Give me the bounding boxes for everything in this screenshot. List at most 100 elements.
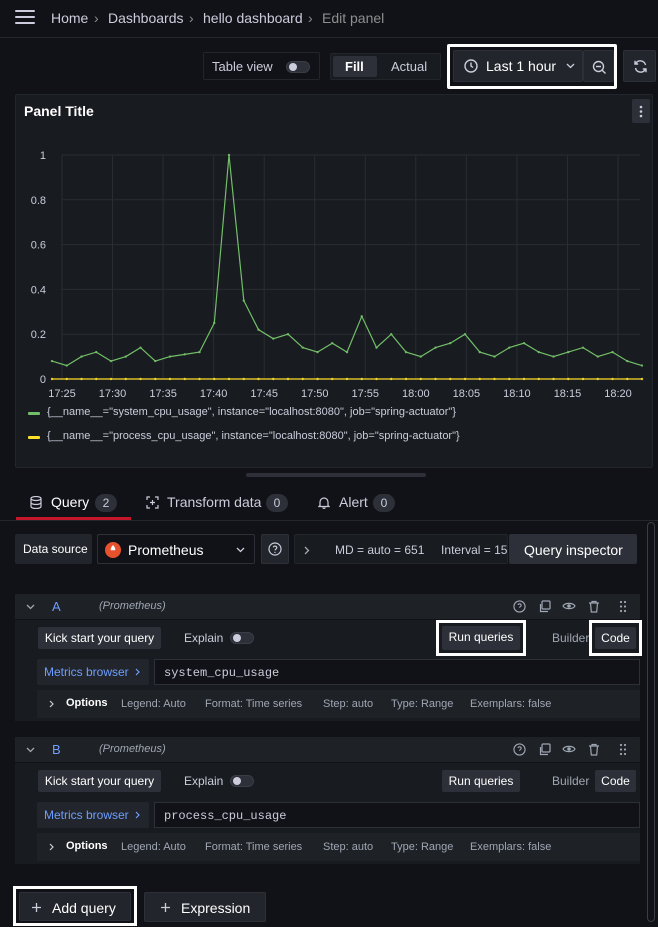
option-exemplars: Exemplars: false bbox=[470, 698, 552, 710]
kick-start-button[interactable]: Kick start your query bbox=[38, 627, 161, 649]
collapse-icon[interactable] bbox=[26, 747, 35, 753]
code-mode-option[interactable]: Code bbox=[595, 770, 636, 792]
duplicate-icon[interactable] bbox=[538, 743, 551, 756]
data-point bbox=[626, 359, 629, 363]
breadcrumb-separator: › bbox=[189, 10, 194, 26]
y-tick-label: 0.4 bbox=[31, 284, 46, 296]
table-view-switch[interactable] bbox=[286, 61, 310, 73]
datasource-label-box: Data source bbox=[15, 534, 92, 564]
data-point bbox=[508, 377, 511, 381]
data-point bbox=[50, 359, 54, 363]
data-point bbox=[154, 359, 157, 363]
panel-menu-button[interactable] bbox=[632, 99, 650, 123]
trash-icon[interactable] bbox=[588, 743, 600, 756]
help-icon[interactable] bbox=[513, 600, 526, 613]
kick-start-button[interactable]: Kick start your query bbox=[38, 770, 161, 792]
datasource-picker[interactable]: Prometheus bbox=[97, 534, 255, 564]
data-point bbox=[567, 350, 570, 354]
data-point bbox=[95, 350, 98, 354]
breadcrumb-separator: › bbox=[308, 10, 313, 26]
breadcrumb-dashboard[interactable]: hello dashboard bbox=[203, 10, 303, 26]
time-range-picker[interactable]: Last 1 hour bbox=[453, 50, 583, 82]
metrics-browser-button[interactable]: Metrics browser bbox=[37, 659, 149, 685]
chevron-right-icon bbox=[49, 843, 54, 851]
data-point bbox=[168, 355, 172, 358]
explain-toggle[interactable] bbox=[230, 632, 254, 644]
x-tick-label: 18:20 bbox=[604, 388, 632, 400]
query-expression-input[interactable]: process_cpu_usage bbox=[154, 802, 640, 828]
time-range-label: Last 1 hour bbox=[486, 58, 557, 74]
fill-option[interactable]: Fill bbox=[345, 59, 364, 74]
x-tick-label: 18:05 bbox=[453, 388, 481, 400]
trash-icon[interactable] bbox=[588, 600, 600, 613]
table-view-toggle[interactable]: Table view bbox=[203, 52, 320, 80]
resize-handle[interactable] bbox=[246, 473, 426, 477]
data-point bbox=[626, 377, 629, 381]
query-options-row[interactable]: Options Legend: Auto Format: Time series… bbox=[37, 833, 640, 861]
zoom-out-button[interactable] bbox=[583, 50, 614, 82]
duplicate-icon[interactable] bbox=[538, 600, 551, 613]
top-bar: Home › Dashboards › hello dashboard › Ed… bbox=[0, 0, 658, 38]
query-options-row[interactable]: Options Legend: Auto Format: Time series… bbox=[37, 690, 640, 718]
data-point bbox=[272, 337, 275, 340]
chevron-right-icon bbox=[49, 700, 54, 708]
data-point bbox=[242, 377, 245, 381]
breadcrumb-home[interactable]: Home bbox=[51, 10, 88, 26]
run-queries-button[interactable]: Run queries bbox=[442, 626, 520, 650]
metrics-browser-button[interactable]: Metrics browser bbox=[37, 802, 149, 828]
panel: Panel Title 0 0.2 0.4 0.6 0.8 1 17:25 17:30 17:3… bbox=[15, 94, 653, 468]
help-icon[interactable] bbox=[513, 743, 526, 756]
query-options-bar[interactable]: MD = auto = 651 Interval = 15s bbox=[294, 534, 508, 564]
data-point bbox=[109, 359, 113, 363]
options-label: Options bbox=[66, 697, 108, 709]
menu-icon[interactable] bbox=[15, 10, 35, 26]
y-tick-label: 0.8 bbox=[31, 195, 46, 207]
table-view-label: Table view bbox=[212, 59, 273, 74]
query-header-a[interactable]: A (Prometheus) bbox=[15, 594, 640, 619]
query-letter[interactable]: A bbox=[52, 599, 61, 614]
data-point bbox=[50, 377, 54, 381]
query-expression-input[interactable]: system_cpu_usage bbox=[154, 659, 640, 685]
datasource-name: Prometheus bbox=[128, 542, 204, 558]
add-query-button[interactable]: Add query bbox=[19, 892, 131, 921]
breadcrumb-dashboards[interactable]: Dashboards bbox=[108, 10, 184, 26]
option-format: Format: Time series bbox=[205, 698, 303, 710]
time-series-chart[interactable]: 0 0.2 0.4 0.6 0.8 1 17:25 17:30 17:35 17:40 17:45 1… bbox=[16, 135, 652, 411]
data-point bbox=[139, 346, 142, 349]
panel-title: Panel Title bbox=[24, 103, 94, 119]
option-type: Type: Range bbox=[391, 698, 454, 710]
data-point bbox=[478, 377, 481, 381]
drag-handle-icon[interactable] bbox=[619, 600, 627, 613]
query-header-b[interactable]: B (Prometheus) bbox=[15, 737, 640, 762]
data-point bbox=[478, 350, 481, 354]
builder-mode-option[interactable]: Builder bbox=[552, 631, 589, 645]
datasource-help-button[interactable] bbox=[261, 534, 289, 564]
drag-handle-icon[interactable] bbox=[619, 743, 627, 756]
data-point bbox=[375, 346, 378, 349]
actual-option[interactable]: Actual bbox=[391, 59, 427, 74]
builder-mode-option[interactable]: Builder bbox=[552, 774, 589, 788]
fill-actual-segment: Fill Actual bbox=[330, 53, 441, 80]
data-point bbox=[640, 377, 644, 381]
data-point bbox=[419, 355, 422, 358]
run-queries-button[interactable]: Run queries bbox=[442, 770, 520, 792]
scrollbar[interactable] bbox=[647, 522, 655, 922]
query-letter[interactable]: B bbox=[52, 742, 61, 757]
data-point bbox=[168, 377, 172, 381]
data-point bbox=[522, 377, 526, 381]
collapse-icon[interactable] bbox=[26, 604, 35, 610]
query-pane bbox=[0, 520, 658, 927]
refresh-button[interactable] bbox=[623, 50, 656, 82]
data-point bbox=[611, 377, 614, 381]
expression-button[interactable]: Expression bbox=[144, 892, 266, 922]
explain-toggle[interactable] bbox=[230, 775, 254, 787]
refresh-icon bbox=[634, 60, 647, 73]
code-mode-option[interactable]: Code bbox=[595, 627, 636, 649]
query-inspector-button[interactable]: Query inspector bbox=[509, 534, 637, 564]
eye-icon[interactable] bbox=[562, 601, 576, 611]
tab-label: Alert bbox=[339, 494, 368, 510]
data-point bbox=[286, 377, 290, 381]
data-point bbox=[227, 377, 231, 381]
transform-icon bbox=[146, 496, 159, 509]
eye-icon[interactable] bbox=[562, 744, 576, 754]
